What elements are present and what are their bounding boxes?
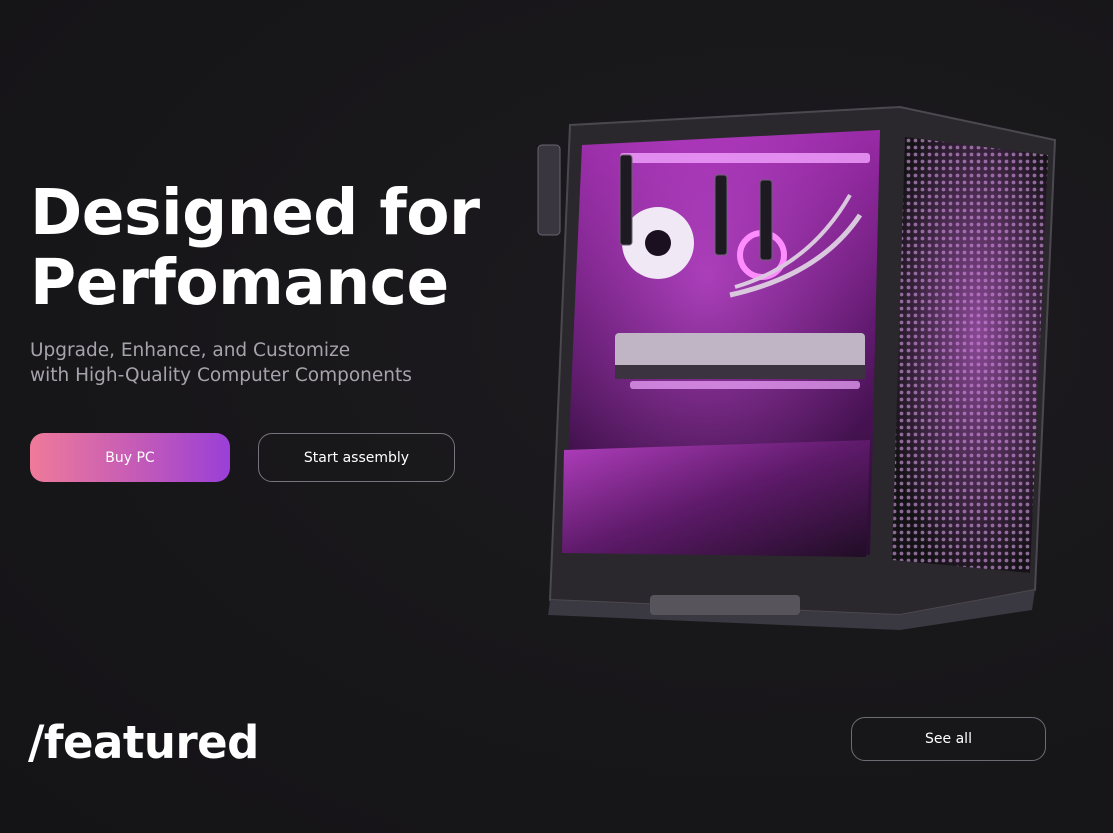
start-assembly-button[interactable]: Start assembly [258, 433, 455, 482]
featured-heading: /featured [28, 716, 259, 769]
hero-title: Designed for Perfomance [30, 178, 480, 318]
hero-subtitle-line-1: Upgrade, Enhance, and Customize [30, 340, 351, 361]
hero-subtitle: Upgrade, Enhance, and Customize with Hig… [30, 338, 412, 388]
hero-title-line-2: Perfomance [30, 246, 449, 319]
hero-subtitle-line-2: with High-Quality Computer Components [30, 365, 412, 386]
buy-pc-button[interactable]: Buy PC [30, 433, 230, 482]
see-all-button[interactable]: See all [851, 717, 1046, 761]
pc-case-image [537, 105, 1057, 630]
hero-title-line-1: Designed for [30, 176, 480, 249]
